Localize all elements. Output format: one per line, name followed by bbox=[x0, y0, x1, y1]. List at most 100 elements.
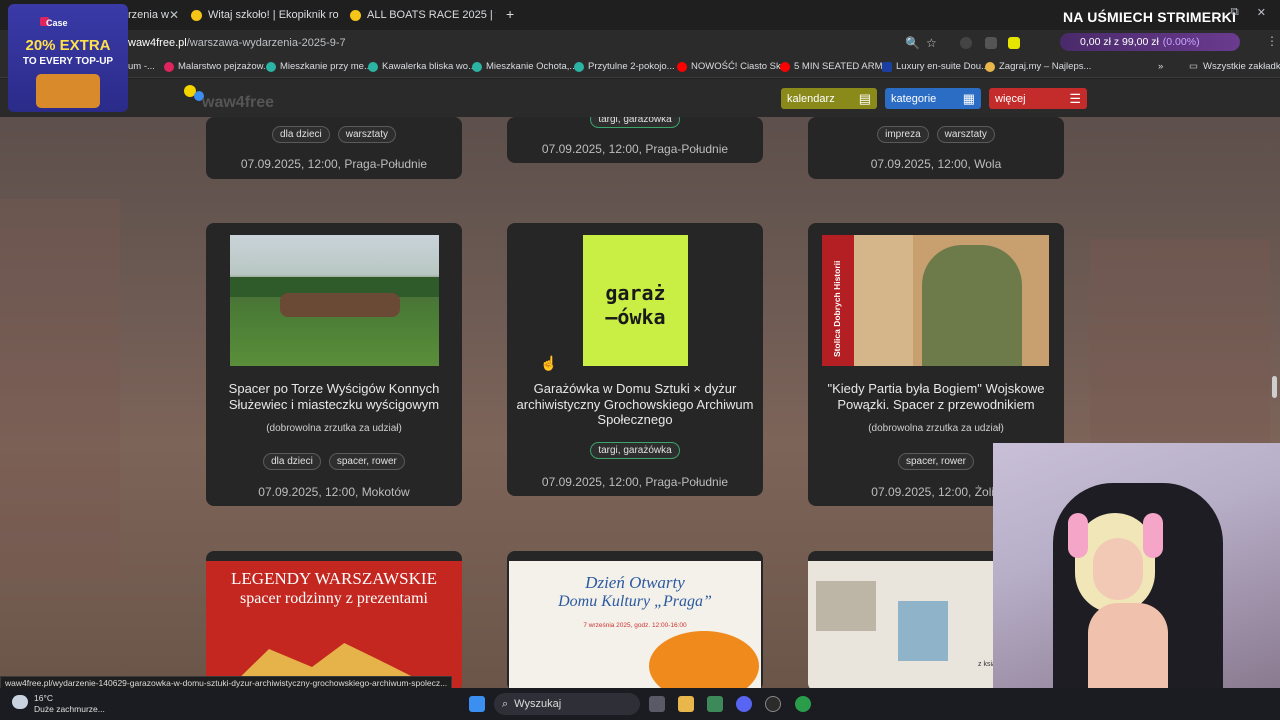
bookmark-item[interactable]: Zagraj.my – Najleps... bbox=[985, 61, 1091, 72]
event-tags: dla dzieci warsztaty bbox=[206, 126, 462, 143]
grid-icon: ▦ bbox=[962, 90, 975, 106]
bookmark-icon bbox=[368, 61, 378, 72]
bookmark-item[interactable]: Przytulne 2-pokojo... bbox=[574, 61, 675, 72]
event-date: 07.09.2025, 12:00, Praga-Południe bbox=[541, 142, 729, 156]
bookmark-item[interactable]: 5 MIN SEATED ARM... bbox=[780, 61, 890, 72]
tab-waw4free[interactable]: rzenia w ✕ bbox=[128, 4, 178, 26]
webcam-overlay bbox=[993, 443, 1280, 688]
search-icon: ⌕ bbox=[502, 697, 509, 710]
weather-widget[interactable]: 16°C Duże zachmurze... bbox=[12, 693, 105, 715]
chrome-icon[interactable] bbox=[795, 696, 811, 712]
stamp-shape bbox=[816, 581, 876, 631]
youtube-icon bbox=[677, 61, 687, 72]
event-tag[interactable]: spacer, rower bbox=[328, 453, 405, 470]
event-card[interactable]: dla dzieci warsztaty 07.09.2025, 12:00, … bbox=[206, 117, 462, 179]
bookmark-icon bbox=[164, 61, 174, 72]
extension-icon[interactable] bbox=[960, 37, 972, 49]
event-tag[interactable]: impreza bbox=[877, 126, 929, 143]
event-tag[interactable]: dla dzieci bbox=[263, 453, 321, 470]
poster-text: Domu Kultury „Praga” bbox=[558, 593, 712, 610]
bookmark-item[interactable]: Luxury en-suite Dou... bbox=[882, 61, 989, 72]
categories-button[interactable]: kategorie ▦ bbox=[885, 88, 981, 109]
bookmarks-more-button[interactable]: » bbox=[1158, 61, 1163, 72]
event-card[interactable]: Dzień Otwarty Domu Kultury „Praga” 7 wrz… bbox=[507, 551, 763, 688]
event-card[interactable]: LEGENDY WARSZAWSKIE spacer rodzinny z pr… bbox=[206, 551, 462, 688]
event-image bbox=[230, 235, 439, 366]
new-tab-button[interactable]: + bbox=[506, 6, 514, 22]
taskbar-search[interactable]: ⌕ Wyszukaj bbox=[494, 693, 640, 715]
bookmark-icon bbox=[472, 61, 482, 72]
url-field[interactable]: waw4free.pl/warszawa-wydarzenia-2025-9-7 bbox=[128, 37, 346, 49]
obs-icon[interactable] bbox=[765, 696, 781, 712]
event-title[interactable]: Spacer po Torze Wyścigów Konnych Służewi… bbox=[206, 381, 462, 412]
bookmark-item[interactable]: Mieszkanie przy me... bbox=[266, 61, 372, 72]
bookmark-label: NOWOŚĆ! Ciasto Sk... bbox=[691, 61, 789, 72]
poster-text: –ówka bbox=[605, 305, 666, 329]
event-note: (dobrowolna zrzutka za udział) bbox=[868, 423, 1004, 434]
menu-icon[interactable]: ⋮ bbox=[1266, 34, 1278, 48]
site-logo[interactable]: waw4free bbox=[184, 85, 284, 111]
horses-shape bbox=[280, 293, 400, 317]
booking-icon bbox=[882, 61, 892, 72]
bookmark-item[interactable]: um -... bbox=[128, 61, 155, 72]
discord-icon[interactable] bbox=[736, 696, 752, 712]
tab-bar: rzenia w ✕ Witaj szkoło! | Ekopiknik rod… bbox=[0, 0, 1280, 30]
bookmark-label: Luxury en-suite Dou... bbox=[896, 61, 989, 72]
bookmark-icon bbox=[266, 61, 276, 72]
event-card[interactable]: impreza warsztaty 07.09.2025, 12:00, Wol… bbox=[808, 117, 1064, 179]
event-tag[interactable]: dla dzieci bbox=[272, 126, 330, 143]
tab-all-boats-race[interactable]: ALL BOATS RACE 2025 | waw4fr ✕ bbox=[350, 4, 496, 26]
zoom-icon[interactable]: 🔍 bbox=[905, 36, 920, 50]
event-tags: impreza warsztaty bbox=[808, 126, 1064, 143]
event-tag[interactable]: targi, garażówka bbox=[590, 117, 680, 128]
event-card-horse-race-walk[interactable]: Spacer po Torze Wyścigów Konnych Służewi… bbox=[206, 223, 462, 506]
tab-label: rzenia w bbox=[128, 9, 169, 21]
event-tags: targi, garażówka bbox=[507, 442, 763, 459]
wallet-progress: 0,00 zł z 99,00 zł (0.00%) bbox=[1060, 33, 1240, 51]
event-title[interactable]: Garażówka w Domu Sztuki × dyżur archiwis… bbox=[507, 381, 763, 428]
more-button[interactable]: więcej ☰ bbox=[989, 88, 1087, 109]
event-tag[interactable]: warsztaty bbox=[337, 126, 396, 143]
wallet-percent: (0.00%) bbox=[1162, 36, 1200, 48]
page-scrollbar-thumb[interactable] bbox=[1272, 376, 1277, 398]
bookmark-label: Malarstwo pejzażow... bbox=[178, 61, 271, 72]
tab-ekopiknik[interactable]: Witaj szkoło! | Ekopiknik rodzin ✕ bbox=[191, 4, 339, 26]
screen: rzenia w ✕ Witaj szkoło! | Ekopiknik rod… bbox=[0, 0, 1280, 720]
close-window-icon[interactable]: ✕ bbox=[1257, 6, 1266, 19]
event-title[interactable]: "Kiedy Partia była Bogiem" Wojskowe Pową… bbox=[808, 381, 1064, 412]
body-shape bbox=[1088, 603, 1168, 688]
event-tag[interactable]: spacer, rower bbox=[897, 453, 975, 470]
store-icon[interactable] bbox=[707, 696, 723, 712]
star-icon[interactable]: ☆ bbox=[926, 36, 937, 50]
event-tag[interactable]: targi, garażówka bbox=[590, 442, 680, 459]
bookmark-item[interactable]: NOWOŚĆ! Ciasto Sk... bbox=[677, 61, 789, 72]
calendar-button[interactable]: kalendarz ▤ bbox=[781, 88, 877, 109]
url-path: /warszawa-wydarzenia-2025-9-7 bbox=[186, 37, 346, 49]
file-explorer-icon[interactable] bbox=[678, 696, 694, 712]
event-image: Dzień Otwarty Domu Kultury „Praga” 7 wrz… bbox=[509, 561, 761, 688]
close-icon[interactable]: ✕ bbox=[169, 8, 178, 22]
event-card[interactable]: targi, garażówka 07.09.2025, 12:00, Prag… bbox=[507, 117, 763, 163]
bookmark-item[interactable]: Mieszkanie Ochota,... bbox=[472, 61, 577, 72]
all-bookmarks-button[interactable]: ▭ Wszystkie zakładki bbox=[1189, 61, 1280, 72]
poster-text: spacer rodzinny z prezentami bbox=[240, 590, 428, 607]
portrait-shape bbox=[922, 245, 1022, 366]
task-view-icon[interactable] bbox=[649, 696, 665, 712]
bookmark-icon bbox=[574, 61, 584, 72]
event-date: 07.09.2025, 12:00, Mokotów bbox=[258, 485, 410, 499]
windows-start-icon[interactable] bbox=[469, 696, 485, 712]
event-image: Stolica Dobrych Historii bbox=[822, 235, 1049, 366]
logo-text: waw4free bbox=[202, 94, 275, 111]
extension-icon[interactable] bbox=[1008, 37, 1020, 49]
event-tags: targi, garażówka bbox=[507, 117, 763, 128]
event-tag[interactable]: warsztaty bbox=[936, 126, 995, 143]
bookmark-item[interactable]: Kawalerka bliska wo... bbox=[368, 61, 476, 72]
bookmark-label: Mieszkanie Ochota,... bbox=[486, 61, 578, 72]
extension-icon[interactable] bbox=[985, 37, 997, 49]
restore-icon[interactable]: ⧉ bbox=[1231, 6, 1239, 19]
tab-label: Witaj szkoło! | Ekopiknik rodzin bbox=[208, 9, 339, 21]
bookmark-item[interactable]: Malarstwo pejzażow... bbox=[164, 61, 271, 72]
headphone-icon bbox=[1143, 513, 1163, 558]
nav-label: więcej bbox=[995, 92, 1026, 105]
youtube-icon bbox=[780, 61, 790, 72]
